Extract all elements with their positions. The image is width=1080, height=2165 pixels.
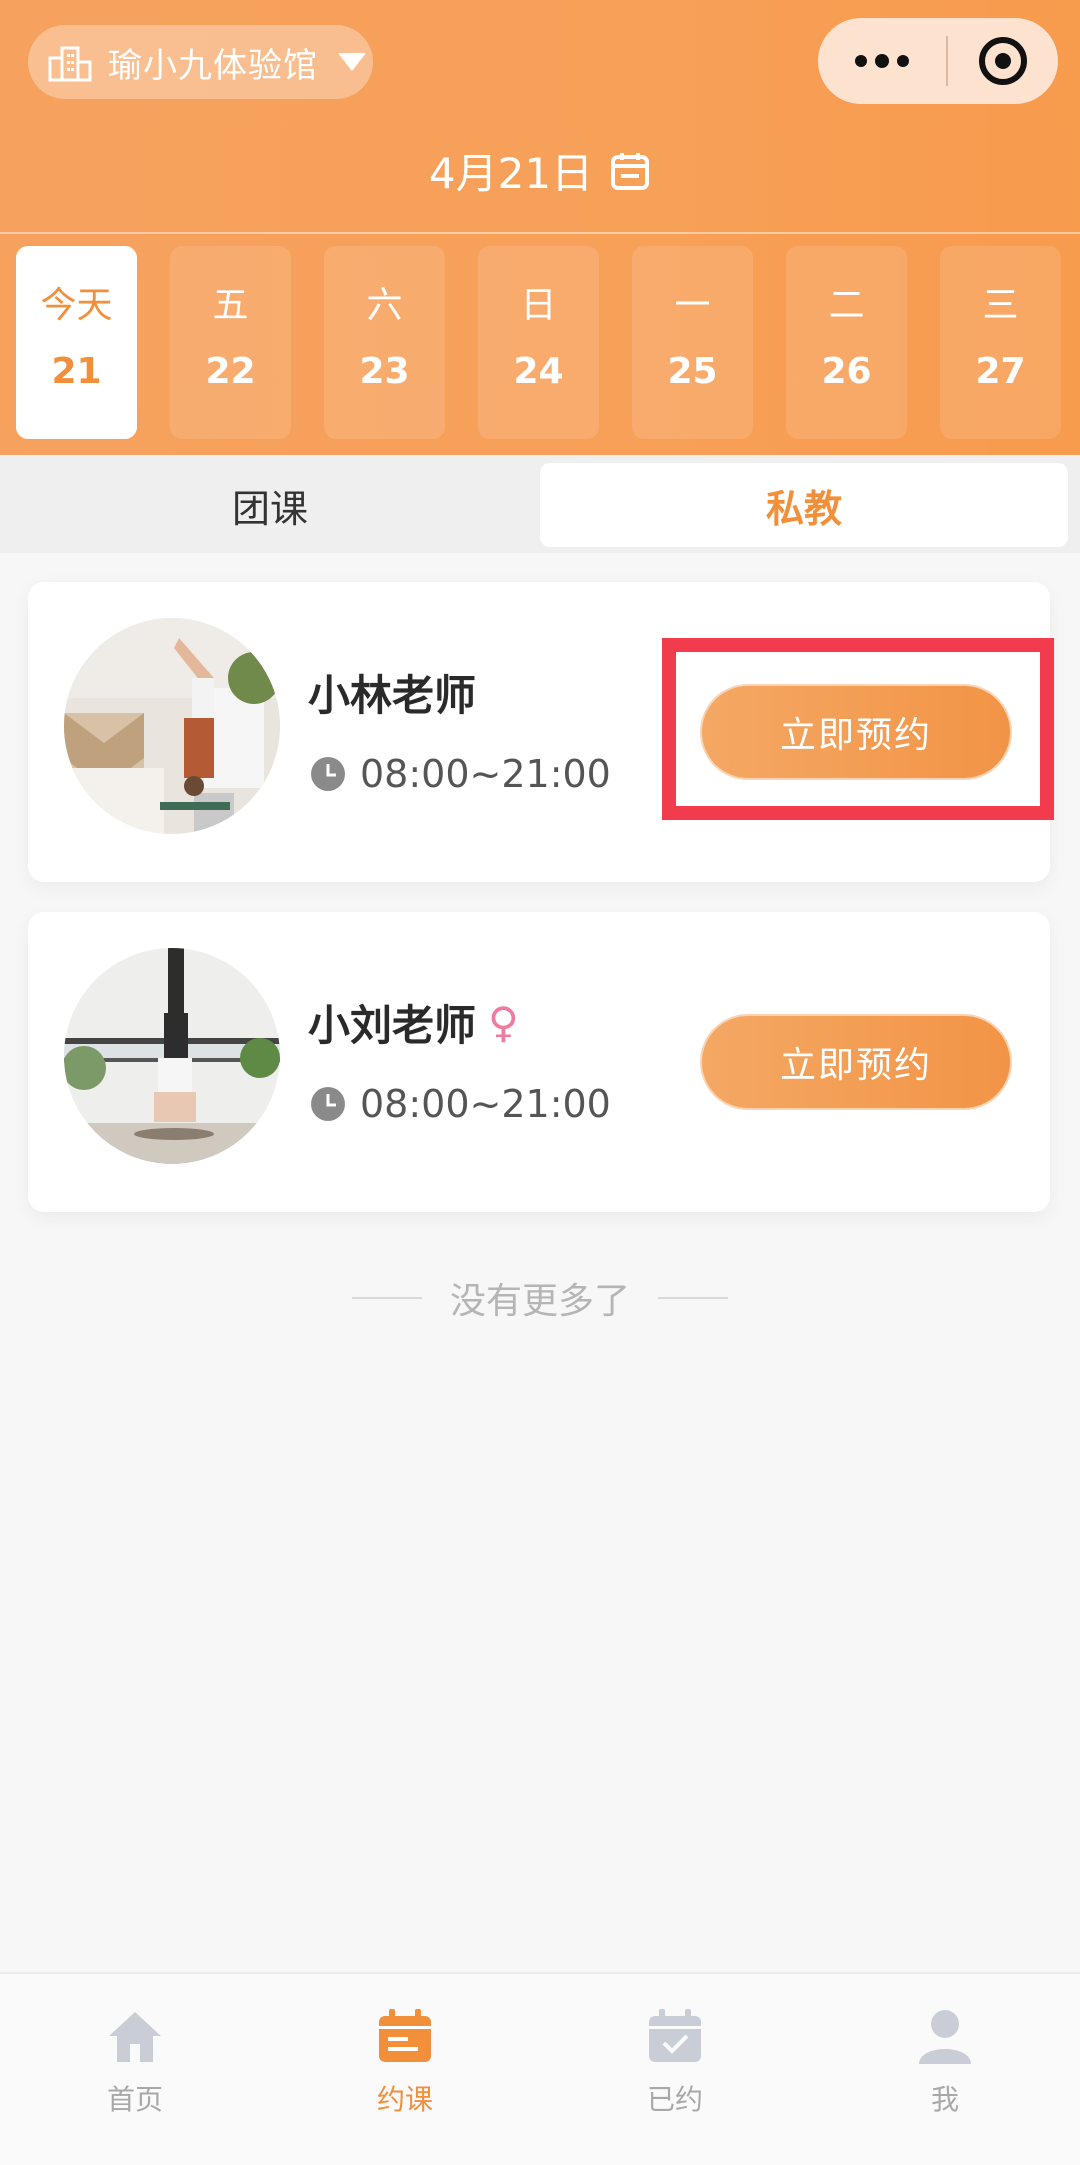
- date-title: 4月21日: [428, 149, 594, 198]
- day-weekday: 日: [520, 285, 557, 326]
- day-number: 24: [513, 351, 564, 392]
- header-divider: [0, 232, 1080, 234]
- clock-icon: [311, 1087, 345, 1121]
- store-selector[interactable]: 瑜小九体验馆: [28, 25, 373, 99]
- teacher-avatar: [64, 618, 280, 834]
- female-icon: ♀: [488, 998, 519, 1047]
- divider-line: [658, 1297, 728, 1299]
- list-end: 没有更多了: [0, 1272, 1080, 1324]
- close-target-button[interactable]: [948, 35, 1058, 87]
- day-item[interactable]: 六 23: [324, 246, 445, 439]
- day-number: 25: [667, 351, 718, 392]
- day-weekday: 三: [982, 285, 1019, 326]
- user-icon: [919, 2010, 971, 2064]
- day-number: 22: [205, 351, 256, 392]
- calendar-icon: [611, 152, 650, 190]
- nav-label: 约课: [376, 2083, 433, 2116]
- day-number: 27: [975, 351, 1026, 392]
- divider-line: [351, 1297, 422, 1299]
- teacher-hours: 08:00~21:00: [310, 1082, 611, 1126]
- chevron-down-icon: [338, 53, 366, 71]
- day-item[interactable]: 日 24: [478, 246, 599, 439]
- nav-label: 已约: [646, 2083, 703, 2116]
- no-more-text: 没有更多了: [449, 1281, 630, 1322]
- day-number: 26: [821, 351, 872, 392]
- day-number: 21: [51, 351, 102, 392]
- teacher-name-text: 小刘老师: [308, 1001, 477, 1050]
- clock-icon: [311, 757, 345, 791]
- day-item[interactable]: 二 26: [786, 246, 907, 439]
- target-icon: [979, 37, 1027, 85]
- day-weekday: 六: [366, 285, 403, 326]
- more-icon[interactable]: [818, 54, 946, 68]
- day-number: 23: [359, 351, 410, 392]
- home-icon: [109, 2012, 161, 2062]
- tab-private-coach[interactable]: 私教: [540, 463, 1068, 547]
- highlight-box: [662, 638, 1054, 820]
- yoga-photo-icon: [64, 948, 280, 1164]
- teacher-avatar: [64, 948, 280, 1164]
- header: 瑜小九体验馆 4月21日 今天 21 五 22 六 23 日 24 一 25 二…: [0, 0, 1080, 455]
- day-weekday: 一: [674, 285, 711, 326]
- course-type-tabs: 团课 私教: [0, 455, 1080, 553]
- hours-text: 08:00~21:00: [360, 1082, 611, 1126]
- teacher-name: 小刘老师 ♀: [308, 992, 519, 1053]
- day-weekday: 二: [828, 285, 865, 326]
- book-now-button[interactable]: 立即预约: [700, 1014, 1012, 1110]
- teacher-hours: 08:00~21:00: [310, 752, 611, 796]
- day-item[interactable]: 一 25: [632, 246, 753, 439]
- day-item[interactable]: 今天 21: [16, 246, 137, 439]
- nav-label: 首页: [106, 2083, 163, 2116]
- nav-item-home[interactable]: 首页: [0, 1988, 270, 2138]
- calendar-icon: [379, 2009, 431, 2062]
- nav-item-book-class[interactable]: 约课: [270, 1988, 540, 2138]
- teacher-name-text: 小林老师: [308, 671, 477, 720]
- date-picker[interactable]: 4月21日: [0, 140, 1080, 201]
- booked-icon: [649, 2009, 701, 2062]
- day-selector: 今天 21 五 22 六 23 日 24 一 25 二 26 三 27: [16, 246, 1080, 439]
- teacher-card[interactable]: 小刘老师 ♀ 08:00~21:00 立即预约: [28, 912, 1050, 1212]
- teacher-name: 小林老师: [308, 662, 476, 723]
- nav-label: 我: [930, 2083, 959, 2116]
- nav-item-me[interactable]: 我: [810, 1988, 1080, 2138]
- day-weekday: 今天: [40, 285, 113, 326]
- bottom-nav: 首页 约课 已约 我: [0, 1972, 1080, 2165]
- tab-group-class[interactable]: 团课: [0, 463, 540, 547]
- day-item[interactable]: 三 27: [940, 246, 1061, 439]
- app-page: 瑜小九体验馆 4月21日 今天 21 五 22 六 23 日 24 一 25 二…: [0, 0, 1080, 2165]
- miniprogram-capsule: [818, 18, 1058, 104]
- day-item[interactable]: 五 22: [170, 246, 291, 439]
- store-name: 瑜小九体验馆: [108, 45, 318, 86]
- hours-text: 08:00~21:00: [360, 752, 611, 796]
- yoga-photo-icon: [64, 618, 280, 834]
- day-weekday: 五: [212, 285, 249, 326]
- building-icon: [48, 46, 92, 82]
- nav-item-booked[interactable]: 已约: [540, 1988, 810, 2138]
